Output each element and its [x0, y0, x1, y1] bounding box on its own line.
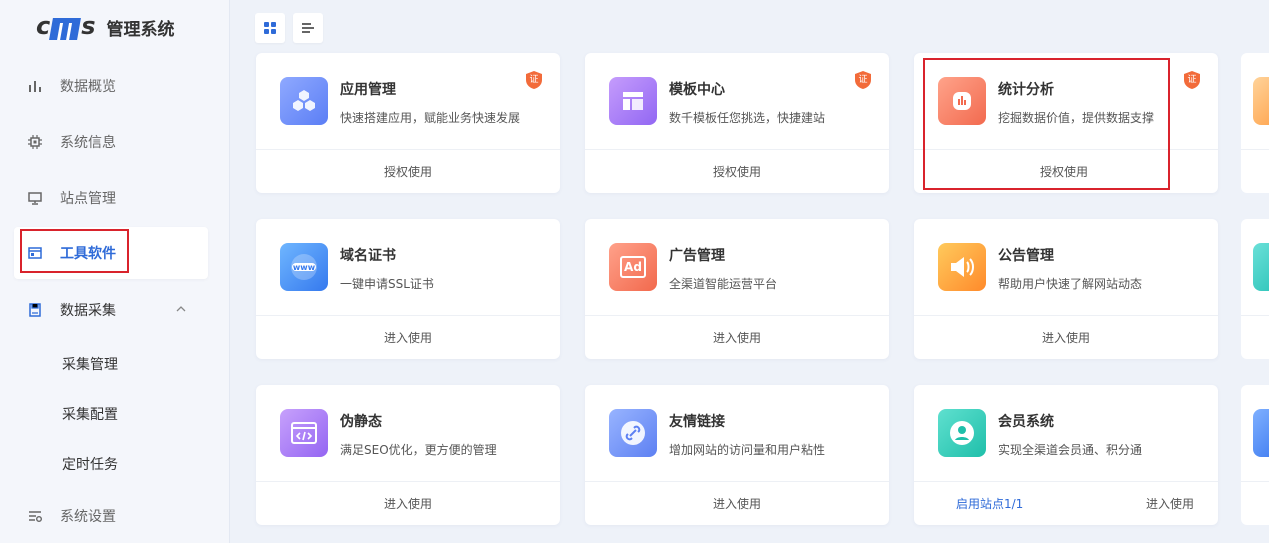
save-icon: [26, 301, 44, 319]
sidebar-subitem-collect-config[interactable]: 采集配置: [62, 404, 118, 424]
sliders-icon: [26, 507, 44, 525]
card-action-button[interactable]: 进入使用: [1146, 495, 1194, 512]
logo[interactable]: cs 管理系统: [36, 12, 175, 40]
ad-icon: Ad: [609, 243, 657, 291]
card-action-button[interactable]: 进入使用: [256, 495, 560, 512]
card-divider: [585, 315, 889, 316]
card-title: 会员系统: [998, 414, 1054, 430]
sidebar-item-system-settings[interactable]: 系统设置: [14, 490, 208, 542]
badge-label: 证: [529, 75, 539, 85]
sidebar-item-label: 数据采集: [60, 303, 116, 319]
sidebar-subitem-collect-management[interactable]: 采集管理: [62, 354, 118, 374]
grid-view-button[interactable]: [255, 13, 285, 43]
card-partial[interactable]: [1241, 385, 1269, 525]
enabled-sites-link[interactable]: 启用站点1/1: [956, 495, 1023, 512]
card-ad-management[interactable]: Ad 广告管理 全渠道智能运营平台 进入使用: [585, 219, 889, 359]
link-icon: [609, 409, 657, 457]
card-domain-certificate[interactable]: www 域名证书 一键申请SSL证书 进入使用: [256, 219, 560, 359]
sidebar-item-tools[interactable]: 工具软件: [14, 227, 208, 279]
user-icon: [938, 409, 986, 457]
stats-icon: [938, 77, 986, 125]
layout-icon: [609, 77, 657, 125]
list-view-icon: [302, 23, 314, 33]
app-icon: [1253, 243, 1269, 291]
sidebar-item-label: 工具软件: [60, 246, 116, 262]
card-action-button[interactable]: 进入使用: [585, 495, 889, 512]
card-desc: 满足SEO优化，更方便的管理: [340, 443, 497, 457]
card-title: 模板中心: [669, 82, 725, 98]
sidebar-item-overview[interactable]: 数据概览: [14, 60, 208, 112]
card-action-button[interactable]: 授权使用: [256, 163, 560, 180]
card-member-system[interactable]: 会员系统 实现全渠道会员通、积分通 启用站点1/1 进入使用: [914, 385, 1218, 525]
app-icon: [1253, 409, 1269, 457]
code-window-icon: [280, 409, 328, 457]
card-title: 应用管理: [340, 82, 396, 98]
card-divider: [1241, 315, 1269, 316]
card-divider: [1241, 481, 1269, 482]
card-title: 伪静态: [340, 414, 382, 430]
card-partial[interactable]: [1241, 53, 1269, 193]
card-desc: 快速搭建应用，赋能业务快速发展: [340, 111, 521, 125]
speaker-icon: [938, 243, 986, 291]
card-divider: [256, 315, 560, 316]
sidebar-item-system-info[interactable]: 系统信息: [14, 116, 208, 168]
card-divider: [585, 481, 889, 482]
card-partial[interactable]: [1241, 219, 1269, 359]
card-desc: 挖掘数据价值，提供数据支撑: [998, 111, 1155, 125]
list-view-button[interactable]: [293, 13, 323, 43]
chip-icon: [26, 133, 44, 151]
card-divider: [1241, 149, 1269, 150]
card-desc: 实现全渠道会员通、积分通: [998, 443, 1143, 457]
card-title: 公告管理: [998, 248, 1054, 264]
card-desc: 全渠道智能运营平台: [669, 277, 778, 291]
sidebar-item-site-management[interactable]: 站点管理: [14, 172, 208, 224]
www-icon: www: [280, 243, 328, 291]
sidebar-subitem-scheduled-tasks[interactable]: 定时任务: [62, 454, 118, 474]
card-desc: 增加网站的访问量和用户粘性: [669, 443, 826, 457]
card-template-center[interactable]: 模板中心 数千模板任您挑选，快捷建站 证 授权使用: [585, 53, 889, 193]
card-desc: 帮助用户快速了解网站动态: [998, 277, 1143, 291]
card-statistics[interactable]: 统计分析 挖掘数据价值，提供数据支撑 证 授权使用: [914, 53, 1218, 193]
card-divider: [914, 315, 1218, 316]
monitor-icon: [26, 189, 44, 207]
card-announcement[interactable]: 公告管理 帮助用户快速了解网站动态 进入使用: [914, 219, 1218, 359]
badge-label: 证: [1187, 75, 1197, 85]
card-divider: [585, 149, 889, 150]
card-app-management[interactable]: 应用管理 快速搭建应用，赋能业务快速发展 证 授权使用: [256, 53, 560, 193]
card-desc: 一键申请SSL证书: [340, 277, 434, 291]
sidebar-item-label: 系统信息: [60, 135, 116, 151]
cms-logo-icon: cs: [36, 12, 96, 40]
badge-label: 证: [858, 75, 868, 85]
sidebar-item-label: 数据概览: [60, 79, 116, 95]
card-divider: [256, 149, 560, 150]
chevron-up-icon[interactable]: [174, 302, 188, 316]
sidebar-item-data-collection[interactable]: 数据采集: [14, 284, 208, 336]
card-divider: [914, 149, 1218, 150]
sidebar: cs 管理系统 数据概览 系统信息 站点管理 工具软件 数据采集 采集管理 采集…: [0, 0, 230, 543]
bar-chart-icon: [26, 77, 44, 95]
card-title: 统计分析: [998, 82, 1054, 98]
card-action-button[interactable]: 进入使用: [256, 329, 560, 346]
app-icon: [1253, 77, 1269, 125]
card-title: 域名证书: [340, 248, 396, 264]
card-title: 友情链接: [669, 414, 725, 430]
card-action-button[interactable]: 授权使用: [914, 163, 1214, 180]
card-desc: 数千模板任您挑选，快捷建站: [669, 111, 826, 125]
card-friend-links[interactable]: 友情链接 增加网站的访问量和用户粘性 进入使用: [585, 385, 889, 525]
card-title: 广告管理: [669, 248, 725, 264]
card-divider: [256, 481, 560, 482]
card-divider: [914, 481, 1218, 482]
card-pseudo-static[interactable]: 伪静态 满足SEO优化，更方便的管理 进入使用: [256, 385, 560, 525]
app-title: 管理系统: [106, 19, 175, 40]
sidebar-item-label: 系统设置: [60, 509, 116, 525]
cubes-icon: [280, 77, 328, 125]
grid-view-icon: [264, 22, 276, 34]
window-icon: [26, 244, 44, 262]
card-action-button[interactable]: 授权使用: [585, 163, 889, 180]
card-action-button[interactable]: 进入使用: [914, 329, 1218, 346]
card-action-button[interactable]: 进入使用: [585, 329, 889, 346]
sidebar-item-label: 站点管理: [60, 191, 116, 207]
